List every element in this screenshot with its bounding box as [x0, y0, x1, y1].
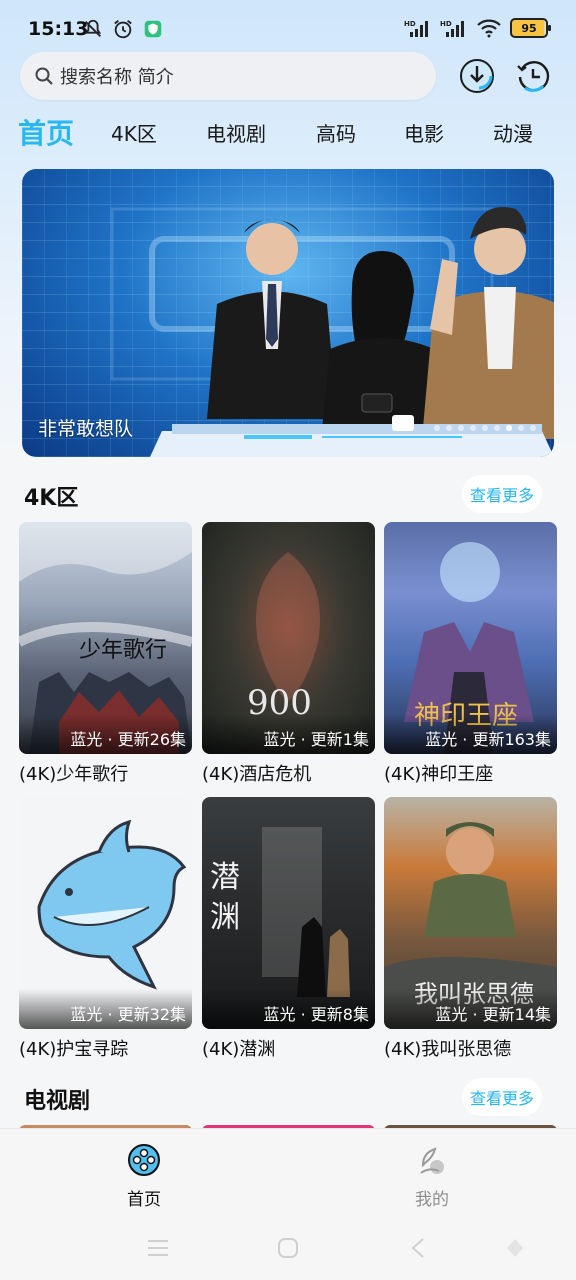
- search-icon: [35, 67, 53, 85]
- media-card[interactable]: 蓝光 · 更新32集 (4K)护宝寻踪: [19, 797, 192, 1061]
- banner-pagination: [434, 425, 536, 431]
- hd-signal-icon: HD: [404, 20, 428, 37]
- nav-mine-label: 我的: [415, 1190, 449, 1210]
- tab-anime[interactable]: 动漫: [493, 118, 533, 147]
- pagination-dot: [518, 425, 524, 431]
- banner-title: 非常敢想队: [38, 418, 134, 440]
- alarm-icon: [114, 20, 132, 39]
- svg-text:HD: HD: [440, 20, 452, 28]
- svg-text:渊: 渊: [210, 900, 240, 935]
- history-icon: [517, 61, 550, 92]
- tab-home[interactable]: 首页: [18, 112, 74, 152]
- wifi-icon: [477, 19, 501, 38]
- pagination-dot: [482, 425, 488, 431]
- download-icon: [460, 59, 494, 93]
- search-input[interactable]: 搜索名称 简介: [20, 52, 436, 100]
- episode-badge: 蓝光 · 更新8集: [202, 989, 375, 1029]
- pagination-dot: [530, 425, 536, 431]
- tab-movies[interactable]: 电影: [404, 118, 444, 147]
- home-system-icon[interactable]: [277, 1237, 299, 1259]
- see-more-4k-button[interactable]: 查看更多: [462, 475, 542, 513]
- svg-text:少年歌行: 少年歌行: [79, 638, 167, 663]
- episode-badge: 蓝光 · 更新163集: [384, 714, 557, 754]
- pagination-dot: [446, 425, 452, 431]
- media-title: (4K)潜渊: [202, 1039, 276, 1060]
- poster-image: 少年歌行 蓝光 · 更新26集: [19, 522, 192, 754]
- media-card[interactable]: 900 蓝光 · 更新1集 (4K)酒店危机: [202, 522, 375, 786]
- recent-apps-icon[interactable]: [146, 1237, 170, 1259]
- tab-4k[interactable]: 4K区: [111, 118, 157, 147]
- tab-tv-series[interactable]: 电视剧: [206, 118, 266, 147]
- status-bar: 15:13 HD HD 95: [0, 0, 576, 56]
- shield-icon: [144, 20, 162, 38]
- home-film-icon: [128, 1144, 160, 1176]
- see-more-tv-button[interactable]: 查看更多: [462, 1078, 542, 1116]
- media-card[interactable]: 神印王座 蓝光 · 更新163集 (4K)神印王座: [384, 522, 557, 786]
- nav-mine[interactable]: 我的: [392, 1143, 472, 1210]
- download-button[interactable]: [459, 58, 495, 94]
- poster-image: 我叫张思德 蓝光 · 更新14集: [384, 797, 557, 1029]
- mute-icon: [84, 19, 102, 37]
- back-icon[interactable]: [410, 1237, 426, 1259]
- poster-image: 蓝光 · 更新32集: [19, 797, 192, 1029]
- pagination-dot: [494, 425, 500, 431]
- nav-home-label: 首页: [127, 1190, 161, 1210]
- media-title: (4K)我叫张思德: [384, 1039, 512, 1060]
- section-title-tv: 电视剧: [24, 1089, 91, 1114]
- pagination-dot: [434, 425, 440, 431]
- media-title: (4K)护宝寻踪: [19, 1039, 129, 1060]
- pagination-dot: [470, 425, 476, 431]
- media-card[interactable]: 少年歌行 蓝光 · 更新26集 (4K)少年歌行: [19, 522, 192, 786]
- svg-text:HD: HD: [404, 20, 416, 28]
- media-title: (4K)酒店危机: [202, 764, 312, 785]
- poster-image: 900 蓝光 · 更新1集: [202, 522, 375, 754]
- bottom-nav: 首页 我的: [0, 1128, 576, 1280]
- media-card[interactable]: 潜 渊 蓝光 · 更新8集 (4K)潜渊: [202, 797, 375, 1061]
- history-button[interactable]: [515, 58, 551, 94]
- hero-banner[interactable]: 非常敢想队: [22, 169, 554, 457]
- assistant-icon[interactable]: [505, 1237, 525, 1259]
- nav-home[interactable]: 首页: [104, 1143, 184, 1210]
- profile-icon: [420, 1147, 444, 1174]
- search-placeholder: 搜索名称 简介: [60, 67, 174, 88]
- episode-badge: 蓝光 · 更新1集: [202, 714, 375, 754]
- pagination-dot-active: [506, 425, 512, 431]
- battery-icon: 95: [510, 18, 551, 38]
- episode-badge: 蓝光 · 更新14集: [384, 989, 557, 1029]
- episode-badge: 蓝光 · 更新32集: [19, 989, 192, 1029]
- poster-image: 潜 渊 蓝光 · 更新8集: [202, 797, 375, 1029]
- svg-text:潜: 潜: [210, 860, 240, 895]
- media-title: (4K)神印王座: [384, 764, 494, 785]
- section-title-4k: 4K区: [24, 486, 79, 511]
- media-title: (4K)少年歌行: [19, 764, 129, 785]
- category-tabs: 首页 4K区 电视剧 高码 电影 动漫: [0, 108, 576, 156]
- episode-badge: 蓝光 · 更新26集: [19, 714, 192, 754]
- pagination-dot: [458, 425, 464, 431]
- tab-high-bitrate[interactable]: 高码: [316, 118, 356, 147]
- status-time: 15:13: [28, 18, 89, 40]
- poster-image: 神印王座 蓝光 · 更新163集: [384, 522, 557, 754]
- hd-signal-icon: HD: [440, 20, 464, 37]
- battery-level: 95: [521, 21, 537, 35]
- media-card[interactable]: 我叫张思德 蓝光 · 更新14集 (4K)我叫张思德: [384, 797, 557, 1061]
